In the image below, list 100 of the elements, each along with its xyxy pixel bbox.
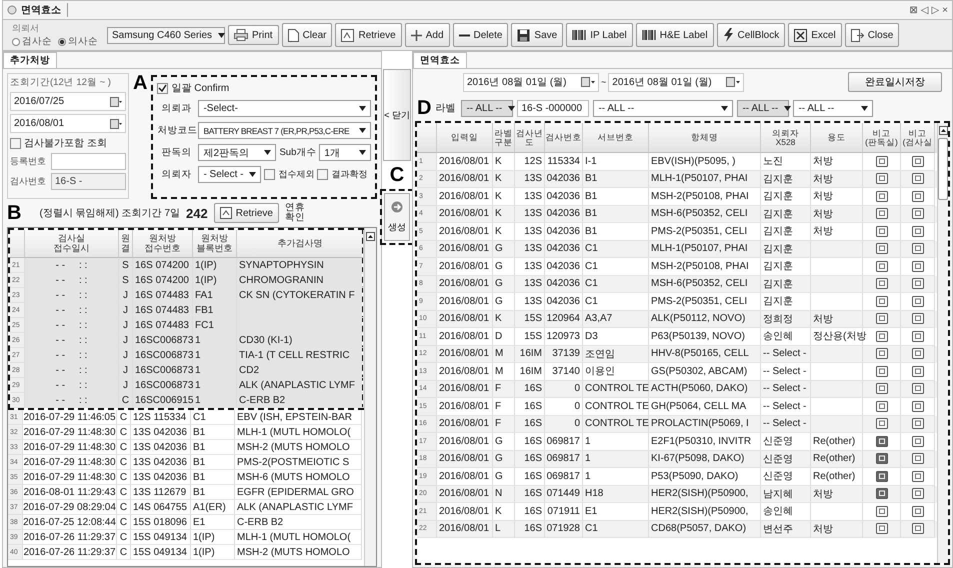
note-icon[interactable] — [876, 523, 888, 534]
note-icon[interactable] — [912, 260, 924, 272]
save-time-button[interactable]: 완료일시저장 — [848, 72, 942, 92]
window-control[interactable]: ▷ — [931, 4, 940, 16]
note-icon[interactable] — [912, 330, 924, 342]
date-field[interactable]: 2016/08/01 — [10, 114, 126, 133]
panel-tab[interactable]: 추가처방 — [3, 52, 57, 68]
note-icon[interactable] — [912, 156, 924, 167]
filled-note-icon[interactable] — [876, 470, 888, 482]
note-icon[interactable] — [876, 506, 888, 517]
input-field[interactable] — [51, 153, 126, 170]
toolbar-button[interactable]: Clear — [282, 23, 332, 47]
dropdown[interactable]: -- ALL -- — [737, 100, 790, 116]
note-icon[interactable] — [876, 173, 888, 184]
toolbar-button[interactable]: H&E Label — [636, 23, 714, 47]
column-header[interactable]: 항체명 — [649, 123, 761, 153]
note-icon[interactable] — [912, 383, 924, 394]
column-header[interactable]: 검사년도 — [515, 123, 545, 153]
toolbar-button[interactable]: Add — [404, 23, 450, 47]
column-header[interactable]: 라벨 구분 — [493, 123, 515, 153]
note-icon[interactable] — [912, 418, 924, 430]
note-icon[interactable] — [876, 278, 888, 290]
note-icon[interactable] — [876, 418, 888, 430]
toolbar-button[interactable]: IP Label — [566, 23, 633, 47]
note-icon[interactable] — [876, 348, 888, 360]
note-icon[interactable] — [912, 313, 924, 324]
note-icon[interactable] — [876, 156, 888, 167]
toolbar-button[interactable]: Delete — [452, 23, 508, 47]
dropdown[interactable]: -- ALL -- — [593, 100, 734, 116]
scroll-thumb[interactable] — [938, 138, 948, 200]
note-icon[interactable] — [876, 243, 888, 254]
column-header[interactable]: 검사번호 — [545, 123, 583, 153]
note-icon[interactable] — [912, 243, 924, 254]
note-icon[interactable] — [876, 366, 888, 377]
note-icon[interactable] — [912, 488, 924, 500]
note-icon[interactable] — [912, 348, 924, 360]
filled-note-icon[interactable] — [876, 453, 888, 464]
checkbox[interactable] — [264, 169, 276, 180]
print-button[interactable]: Print — [228, 25, 279, 45]
note-icon[interactable] — [876, 260, 888, 272]
column-header[interactable]: 입력일 — [437, 123, 493, 153]
date-field[interactable]: 2016년 08월 01일 (월) — [608, 72, 744, 92]
column-header[interactable]: 용도 — [811, 123, 863, 153]
printer-dropdown[interactable]: Samsung C460 Series — [107, 26, 225, 44]
note-icon[interactable] — [912, 208, 924, 220]
toolbar-button[interactable]: CellBlock — [716, 23, 786, 47]
note-icon[interactable] — [876, 400, 888, 412]
filled-note-icon[interactable] — [876, 488, 888, 500]
checkbox[interactable] — [157, 82, 168, 94]
checkbox[interactable] — [10, 138, 21, 148]
note-icon[interactable] — [912, 506, 924, 517]
note-icon[interactable] — [912, 190, 924, 202]
note-icon[interactable] — [876, 190, 888, 202]
input-field[interactable]: 16-S - — [51, 173, 126, 190]
scrollbar[interactable] — [364, 228, 376, 566]
dropdown[interactable]: 제2판독의 — [198, 144, 276, 161]
window-control[interactable]: × — [942, 4, 948, 16]
radio-button[interactable] — [12, 38, 20, 46]
collapse-button[interactable]: < 닫기 — [383, 69, 411, 161]
column-header[interactable]: 서브번호 — [583, 123, 649, 153]
dropdown[interactable]: BATTERY BREAST 7 (ER,PR,P53,C-ERE — [198, 122, 371, 139]
dropdown[interactable]: -Select- — [198, 100, 371, 117]
note-icon[interactable] — [912, 366, 924, 377]
retrieve-button[interactable]: Retrieve — [214, 203, 279, 223]
note-icon[interactable] — [876, 330, 888, 342]
note-icon[interactable] — [912, 296, 924, 307]
note-icon[interactable] — [876, 383, 888, 394]
note-icon[interactable] — [876, 226, 888, 237]
column-header[interactable]: 비고 (검사실 — [901, 123, 935, 153]
note-icon[interactable] — [912, 278, 924, 290]
window-control[interactable]: ◁ — [920, 4, 928, 16]
toolbar-button[interactable]: Close — [844, 23, 900, 47]
toolbar-button[interactable]: Save — [511, 23, 564, 47]
note-icon[interactable] — [876, 296, 888, 307]
radio-button[interactable] — [58, 38, 66, 46]
window-tab[interactable]: 면역효소 — [7, 3, 68, 17]
column-header[interactable]: 비고 (판독실) — [863, 123, 901, 153]
note-icon[interactable] — [912, 400, 924, 412]
note-icon[interactable] — [876, 313, 888, 324]
window-control[interactable]: ⊠ — [909, 4, 918, 16]
date-field[interactable]: 2016/07/25 — [10, 92, 126, 111]
note-icon[interactable] — [912, 173, 924, 184]
dropdown[interactable]: -- ALL -- — [793, 100, 874, 116]
toolbar-button[interactable]: Retrieve — [335, 23, 402, 47]
panel-tab[interactable]: 면역효소 — [413, 52, 467, 68]
input-field[interactable]: 16-S -000000 — [517, 100, 590, 116]
dropdown[interactable]: - Select - — [198, 166, 262, 183]
generate-button[interactable]: 생성 — [384, 193, 410, 241]
date-field[interactable]: 2016년 08월 01일 (월) — [463, 72, 599, 92]
column-header[interactable]: 의뢰자 X528 — [761, 123, 811, 153]
note-icon[interactable] — [912, 470, 924, 482]
note-icon[interactable] — [876, 208, 888, 220]
checkbox[interactable] — [317, 169, 328, 180]
dropdown[interactable]: -- ALL -- — [461, 100, 514, 116]
note-icon[interactable] — [912, 436, 924, 447]
filled-note-icon[interactable] — [876, 436, 888, 447]
scrollbar[interactable] — [937, 123, 948, 563]
dropdown[interactable]: 1개 — [319, 144, 371, 161]
note-icon[interactable] — [912, 453, 924, 464]
toolbar-button[interactable]: Excel — [788, 23, 842, 47]
